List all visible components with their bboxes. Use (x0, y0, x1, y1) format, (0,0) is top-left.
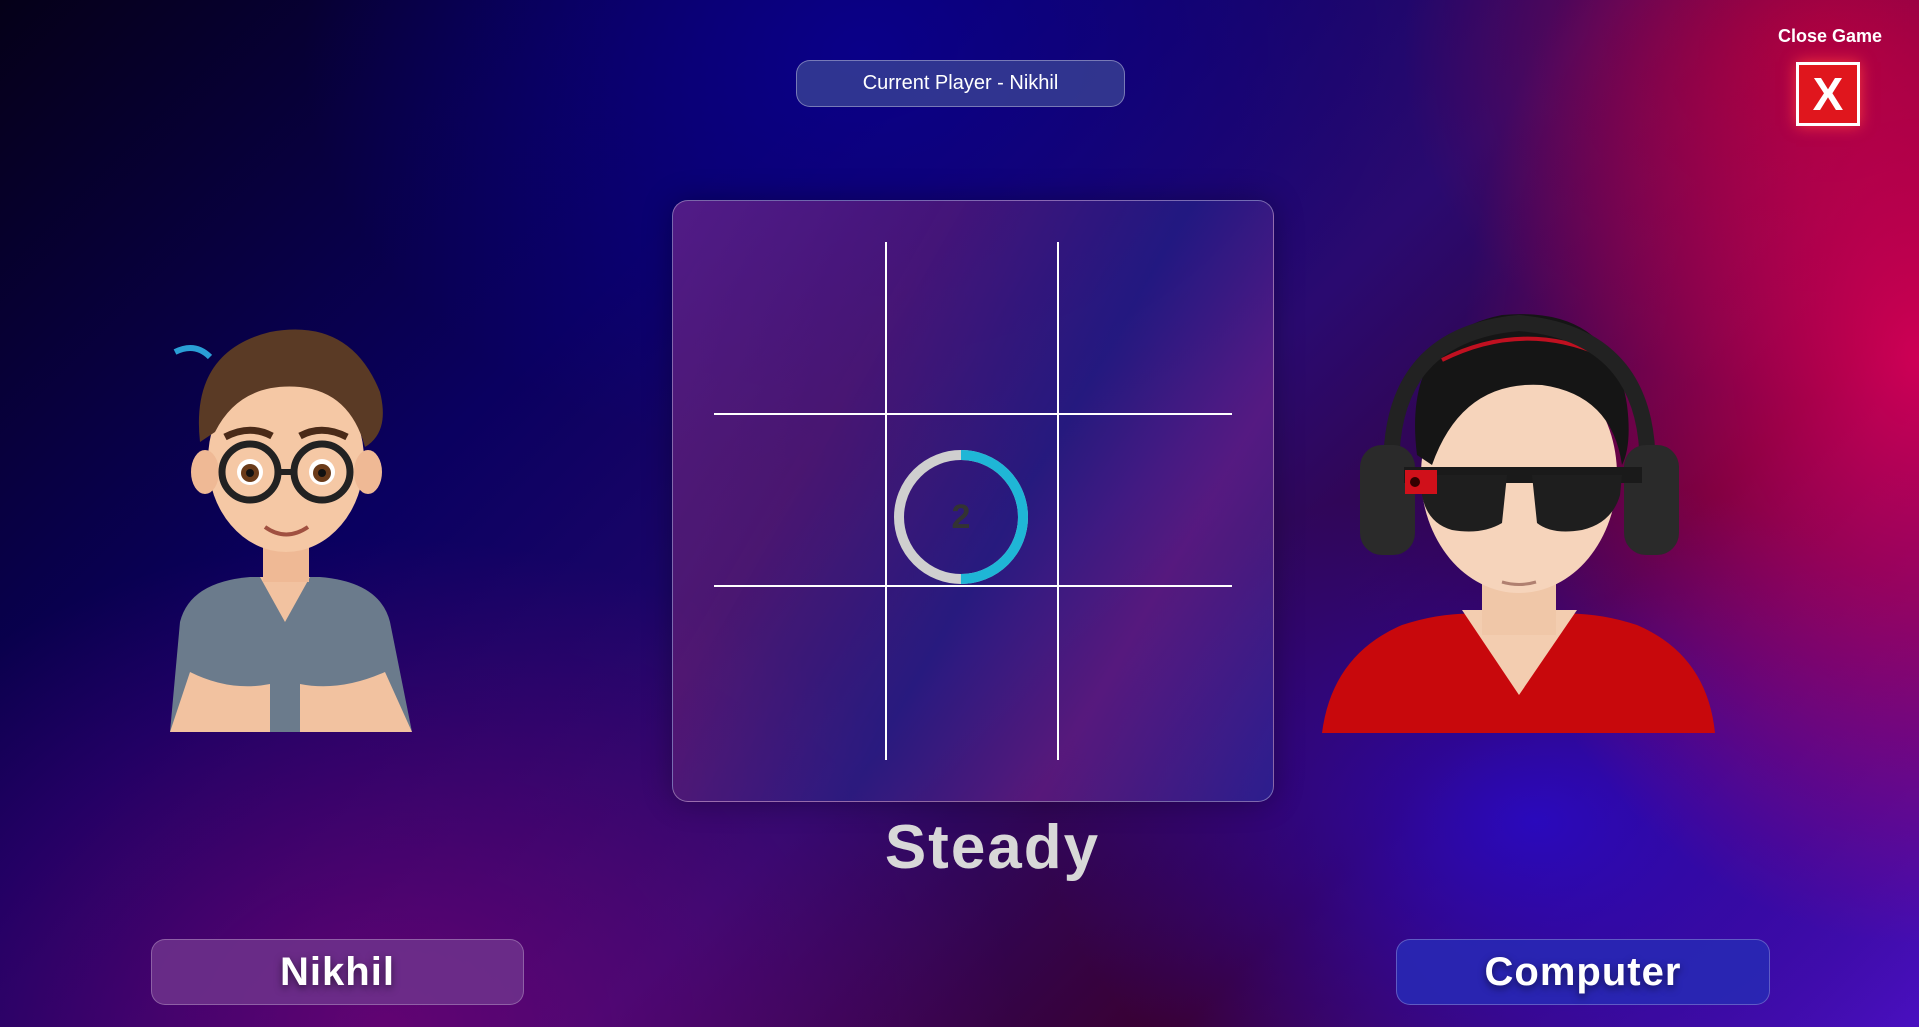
player-name-text: Computer (1484, 949, 1682, 994)
status-text: Steady (884, 813, 1101, 882)
player-name-text: Nikhil (280, 949, 395, 994)
board-cell[interactable] (886, 242, 1060, 415)
man-with-sunglasses-headphones-avatar (1322, 314, 1715, 733)
board-cell[interactable] (1059, 587, 1232, 760)
board-cell[interactable] (1059, 242, 1232, 415)
close-game-label: Close Game (1777, 26, 1883, 46)
player-name-computer: Computer (1396, 939, 1770, 1005)
boy-with-glasses-avatar (170, 329, 412, 732)
board-cell[interactable] (714, 242, 887, 415)
current-player-bar: Current Player - Nikhil (796, 60, 1125, 107)
current-player-text: Current Player - Nikhil (862, 72, 1059, 94)
countdown-number: 2 (951, 497, 971, 536)
countdown-timer: 2 (892, 448, 1030, 586)
player-name-nikhil: Nikhil (151, 939, 524, 1005)
close-game-button[interactable]: X (1796, 62, 1860, 126)
board-cell[interactable] (714, 587, 887, 760)
board-cell[interactable] (1059, 415, 1232, 588)
board-cell[interactable] (714, 414, 887, 588)
board-cell[interactable] (887, 587, 1060, 760)
close-game-area: Close Game X (1760, 26, 1910, 126)
